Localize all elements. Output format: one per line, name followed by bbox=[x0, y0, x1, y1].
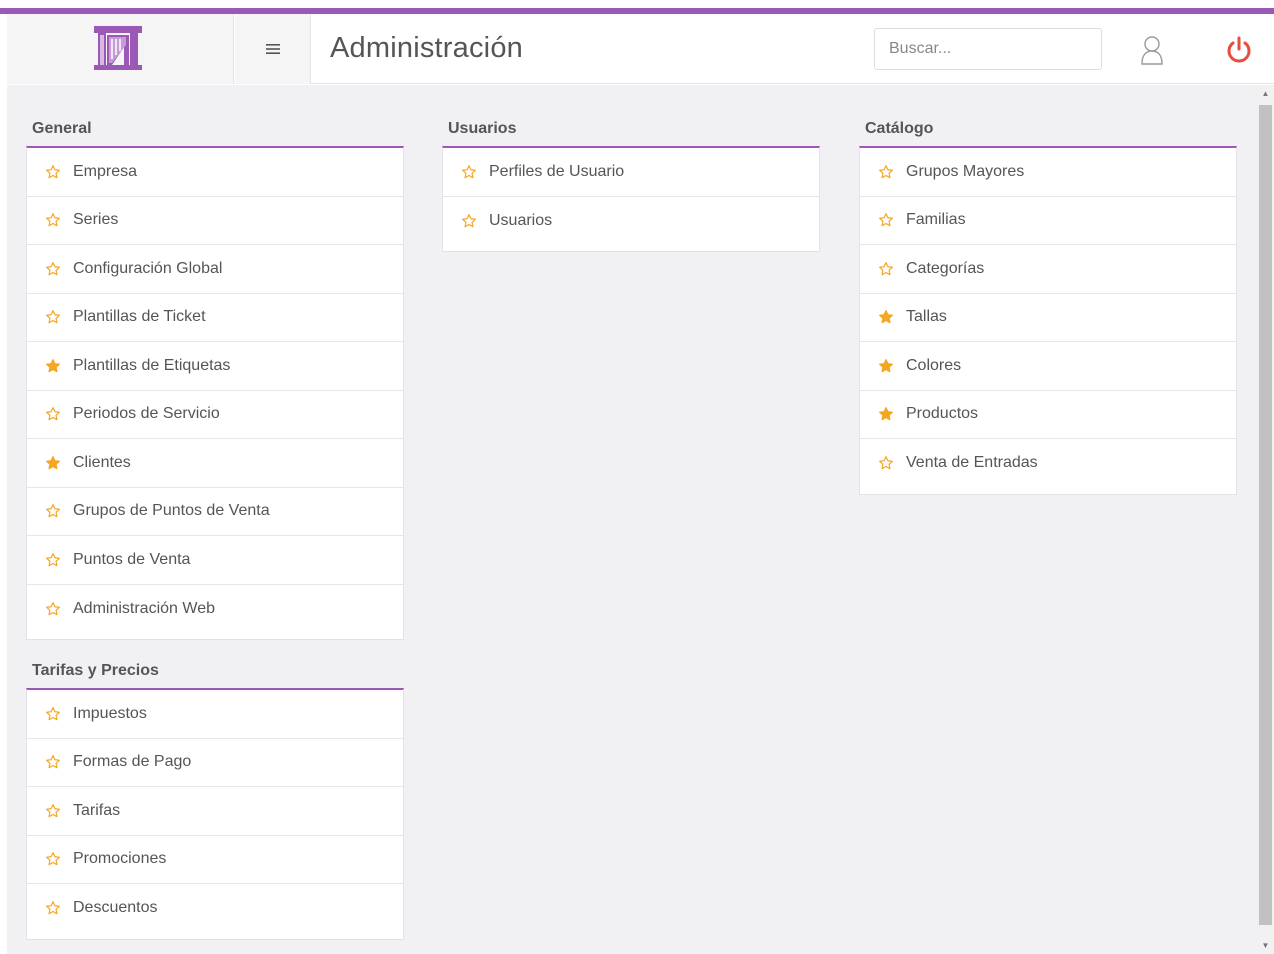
scroll-down-arrow-icon[interactable]: ▼ bbox=[1257, 937, 1274, 954]
menu-toggle-button[interactable] bbox=[235, 14, 311, 84]
menu-item[interactable]: Empresa bbox=[27, 148, 403, 197]
panel-usuarios: Perfiles de Usuario Usuarios bbox=[442, 146, 820, 252]
menu-item[interactable]: Clientes bbox=[27, 439, 403, 488]
menu-item-label: Categorías bbox=[906, 259, 985, 277]
menu-item-label: Clientes bbox=[73, 453, 131, 471]
menu-item[interactable]: Plantillas de Etiquetas bbox=[27, 342, 403, 391]
menu-item-label: Usuarios bbox=[489, 211, 553, 229]
star-outline-icon[interactable] bbox=[45, 309, 61, 325]
menu-item[interactable]: Periodos de Servicio bbox=[27, 391, 403, 439]
star-outline-icon[interactable] bbox=[45, 803, 61, 819]
star-outline-icon[interactable] bbox=[878, 455, 894, 471]
panel-catalogo: Grupos Mayores Familias Categorías Tallas Co… bbox=[859, 146, 1237, 495]
column-catalogo: Catálogo Grupos Mayores Familias Categoría… bbox=[859, 85, 1237, 495]
menu-item[interactable]: Tarifas bbox=[27, 787, 403, 836]
star-outline-icon[interactable] bbox=[45, 503, 61, 519]
column-usuarios: Usuarios Perfiles de Usuario Usuarios bbox=[442, 85, 820, 252]
star-outline-icon[interactable] bbox=[45, 601, 61, 617]
menu-item-label: Impuestos bbox=[73, 704, 147, 722]
star-outline-icon[interactable] bbox=[45, 212, 61, 228]
star-outline-icon[interactable] bbox=[45, 900, 61, 916]
gate-logo-icon bbox=[94, 26, 142, 70]
search-input[interactable] bbox=[874, 28, 1102, 70]
menu-item-label: Promociones bbox=[73, 850, 167, 868]
menu-item-label: Administración Web bbox=[73, 599, 215, 617]
vertical-scrollbar[interactable]: ▲ ▼ bbox=[1257, 85, 1274, 954]
menu-item[interactable]: Series bbox=[27, 197, 403, 245]
menu-item[interactable]: Plantillas de Ticket bbox=[27, 294, 403, 342]
section-title-general: General bbox=[32, 120, 92, 137]
menu-item-label: Puntos de Venta bbox=[73, 550, 191, 568]
star-outline-icon[interactable] bbox=[461, 213, 477, 229]
star-outline-icon[interactable] bbox=[45, 406, 61, 422]
star-outline-icon[interactable] bbox=[878, 212, 894, 228]
star-outline-icon[interactable] bbox=[45, 851, 61, 867]
star-filled-icon[interactable] bbox=[45, 455, 61, 471]
hamburger-icon bbox=[265, 44, 280, 54]
star-filled-icon[interactable] bbox=[45, 358, 61, 374]
menu-item-label: Productos bbox=[906, 405, 979, 423]
section-title-tarifas: Tarifas y Precios bbox=[32, 662, 159, 679]
section-title-catalogo: Catálogo bbox=[865, 120, 934, 137]
menu-item-label: Tarifas bbox=[73, 801, 121, 819]
star-outline-icon[interactable] bbox=[461, 164, 477, 180]
menu-item-label: Grupos de Puntos de Venta bbox=[73, 502, 270, 520]
scroll-thumb[interactable] bbox=[1259, 105, 1272, 925]
menu-item[interactable]: Puntos de Venta bbox=[27, 536, 403, 585]
main-content: General Empresa Series Configuración Globa… bbox=[7, 85, 1257, 954]
menu-item-label: Periodos de Servicio bbox=[73, 405, 220, 423]
menu-item[interactable]: Venta de Entradas bbox=[860, 439, 1236, 488]
menu-item[interactable]: Grupos Mayores bbox=[860, 148, 1236, 197]
menu-item[interactable]: Productos bbox=[860, 391, 1236, 439]
star-outline-icon[interactable] bbox=[45, 552, 61, 568]
menu-item-label: Familias bbox=[906, 211, 966, 229]
user-profile-button[interactable] bbox=[1132, 32, 1172, 68]
menu-item[interactable]: Familias bbox=[860, 197, 1236, 245]
menu-item-label: Empresa bbox=[73, 162, 138, 180]
star-outline-icon[interactable] bbox=[45, 754, 61, 770]
panel-general: Empresa Series Configuración Global Plantil… bbox=[26, 146, 404, 640]
star-outline-icon[interactable] bbox=[45, 261, 61, 277]
page-title: Administración bbox=[330, 32, 523, 64]
menu-item[interactable]: Administración Web bbox=[27, 585, 403, 634]
power-icon bbox=[1227, 36, 1251, 63]
menu-item-label: Configuración Global bbox=[73, 259, 223, 277]
star-outline-icon[interactable] bbox=[878, 164, 894, 180]
menu-item-label: Grupos Mayores bbox=[906, 162, 1025, 180]
scroll-up-arrow-icon[interactable]: ▲ bbox=[1257, 85, 1274, 102]
menu-item-label: Formas de Pago bbox=[73, 753, 192, 771]
panel-tarifas: Impuestos Formas de Pago Tarifas Promocione… bbox=[26, 688, 404, 940]
menu-item[interactable]: Descuentos bbox=[27, 884, 403, 933]
logout-button[interactable] bbox=[1221, 32, 1257, 68]
menu-item[interactable]: Impuestos bbox=[27, 690, 403, 739]
menu-item-label: Colores bbox=[906, 356, 962, 374]
menu-item[interactable]: Colores bbox=[860, 342, 1236, 391]
menu-item[interactable]: Grupos de Puntos de Venta bbox=[27, 488, 403, 536]
menu-item-label: Plantillas de Etiquetas bbox=[73, 356, 231, 374]
star-outline-icon[interactable] bbox=[878, 261, 894, 277]
menu-item-label: Tallas bbox=[906, 308, 947, 326]
menu-item-label: Perfiles de Usuario bbox=[489, 162, 625, 180]
menu-item[interactable]: Formas de Pago bbox=[27, 739, 403, 787]
section-title-usuarios: Usuarios bbox=[448, 120, 517, 137]
menu-item[interactable]: Perfiles de Usuario bbox=[443, 148, 819, 197]
menu-item-label: Series bbox=[73, 211, 119, 229]
menu-item-label: Plantillas de Ticket bbox=[73, 308, 206, 326]
menu-item[interactable]: Tallas bbox=[860, 294, 1236, 342]
app-header: Administración bbox=[7, 14, 1274, 84]
column-general: General Empresa Series Configuración Globa… bbox=[26, 85, 404, 940]
star-filled-icon[interactable] bbox=[878, 309, 894, 325]
user-icon bbox=[1141, 36, 1163, 65]
menu-item-label: Venta de Entradas bbox=[906, 454, 1038, 472]
star-outline-icon[interactable] bbox=[45, 706, 61, 722]
menu-item[interactable]: Configuración Global bbox=[27, 245, 403, 294]
menu-item[interactable]: Promociones bbox=[27, 836, 403, 884]
logo-area[interactable] bbox=[7, 14, 234, 84]
star-filled-icon[interactable] bbox=[878, 406, 894, 422]
menu-item[interactable]: Usuarios bbox=[443, 197, 819, 246]
star-filled-icon[interactable] bbox=[878, 358, 894, 374]
menu-item-label: Descuentos bbox=[73, 899, 158, 917]
menu-item[interactable]: Categorías bbox=[860, 245, 1236, 294]
star-outline-icon[interactable] bbox=[45, 164, 61, 180]
